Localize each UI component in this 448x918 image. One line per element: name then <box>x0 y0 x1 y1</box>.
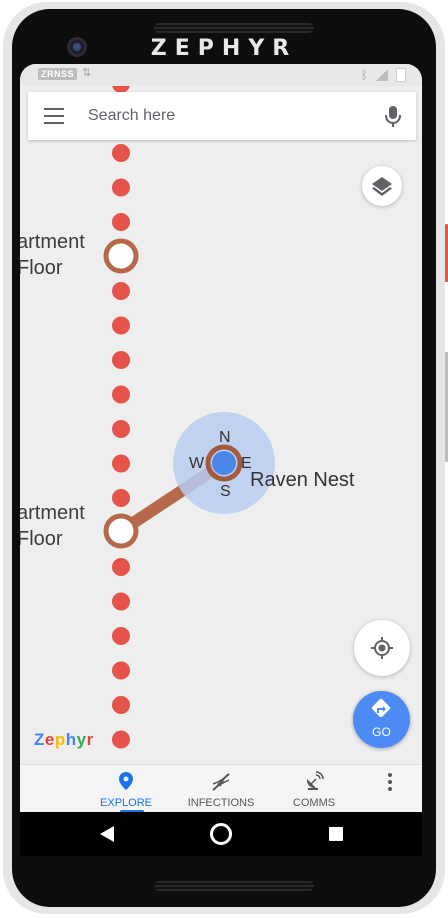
map-label-upper: artment Floor <box>20 229 85 281</box>
watermark-letter: e <box>44 730 55 749</box>
route-dot <box>112 213 130 231</box>
signal-icon <box>376 69 388 81</box>
status-bar: ZRNSS ⇅ ᛒ <box>20 64 422 86</box>
status-icons: ᛒ <box>361 68 406 82</box>
route-dot <box>112 420 130 438</box>
device-brand: ZEPHYR <box>150 36 298 61</box>
route-dot <box>112 178 130 197</box>
bluetooth-icon: ᛒ <box>360 68 368 82</box>
tab-infections-label: INFECTIONS <box>187 797 255 809</box>
watermark-letter: p <box>54 730 66 749</box>
tab-explore-label: EXPLORE <box>100 797 152 809</box>
watermark-letter: r <box>86 730 94 749</box>
carrier-badge: ZRNSS <box>38 68 78 80</box>
android-navigation-bar <box>20 812 422 856</box>
waypoint-lower <box>103 513 139 549</box>
map-label-lower-line1: artment <box>20 502 85 524</box>
tab-infections[interactable]: INFECTIONS <box>186 765 256 812</box>
route-dot <box>112 316 130 335</box>
bottom-navigation: EXPLORE INFECTIONS COMMS <box>20 764 422 812</box>
route-dots <box>112 75 130 749</box>
route-dot <box>112 454 130 473</box>
compass-west: W <box>189 455 205 472</box>
back-icon[interactable] <box>100 826 114 842</box>
route-dot <box>112 730 130 749</box>
go-button[interactable]: GO <box>353 691 410 748</box>
screen: artment Floor artment Floor N W E S Rave… <box>20 64 422 812</box>
data-arrows-icon: ⇅ <box>82 67 92 79</box>
dna-icon <box>212 773 230 791</box>
crosshair-icon <box>371 637 393 659</box>
map-label-upper-line1: artment <box>20 231 85 253</box>
route-dot <box>112 627 130 645</box>
map-label-lower-line2: Floor <box>20 528 63 550</box>
my-location-button[interactable] <box>354 620 410 676</box>
map-label-raven-nest[interactable]: Raven Nest <box>250 469 355 492</box>
go-label: GO <box>372 725 391 739</box>
microphone-icon[interactable] <box>385 106 401 128</box>
watermark-letter: Z <box>34 730 45 749</box>
watermark-letter: h <box>65 730 77 749</box>
zephyr-watermark: Zephyr <box>34 730 94 750</box>
map-label-lower: artment Floor <box>20 500 85 552</box>
tab-comms[interactable]: COMMS <box>282 765 346 812</box>
hamburger-menu-icon[interactable] <box>44 108 64 124</box>
more-vert-icon[interactable] <box>388 773 394 793</box>
watermark-letter: y <box>76 730 87 749</box>
explore-pin-icon <box>119 772 133 790</box>
search-input[interactable] <box>88 104 358 128</box>
route-dot <box>112 558 130 576</box>
bottom-speaker <box>154 881 314 891</box>
home-icon[interactable] <box>210 823 232 845</box>
battery-icon <box>396 68 406 82</box>
route-dot <box>112 351 130 369</box>
satellite-dish-icon <box>306 771 324 790</box>
route-dot <box>112 489 130 507</box>
recents-icon[interactable] <box>329 827 343 841</box>
route-dot <box>112 144 130 162</box>
tab-comms-label: COMMS <box>292 797 336 809</box>
route-dot <box>112 592 130 611</box>
compass-south: S <box>220 483 231 500</box>
earpiece-speaker <box>154 23 314 33</box>
search-bar <box>28 92 416 140</box>
route-dot <box>112 282 130 300</box>
waypoint-upper <box>103 238 139 274</box>
map-layers-button[interactable] <box>362 166 402 206</box>
route-dot <box>112 696 130 714</box>
compass-north: N <box>219 429 231 446</box>
map-label-upper-line2: Floor <box>20 257 63 279</box>
layers-icon <box>372 177 392 196</box>
route-dot <box>112 385 130 404</box>
user-location-dot <box>212 451 236 475</box>
route-dot <box>112 661 130 680</box>
tab-explore[interactable]: EXPLORE <box>92 765 160 812</box>
